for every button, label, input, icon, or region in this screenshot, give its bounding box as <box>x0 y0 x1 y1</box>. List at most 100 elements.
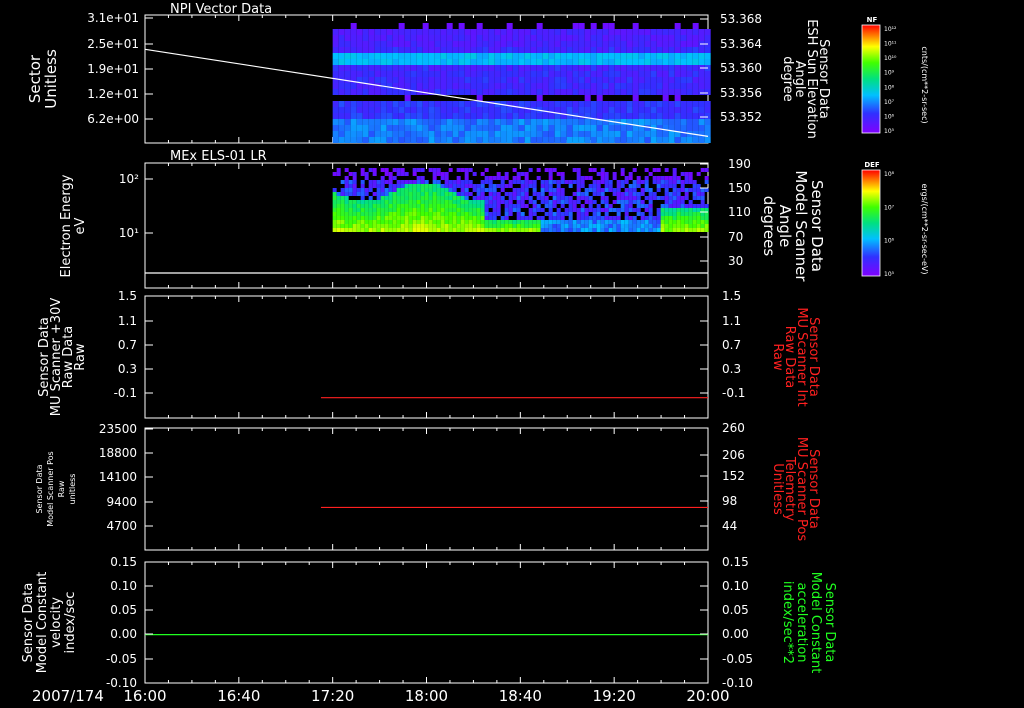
heatmap-cell <box>380 65 387 71</box>
heatmap-cell <box>482 89 489 95</box>
heatmap-cell <box>422 137 429 143</box>
heatmap-cell <box>470 65 477 71</box>
heatmap-cell <box>536 137 543 143</box>
heatmap-cell <box>410 41 417 47</box>
heatmap-cell <box>692 188 697 192</box>
heatmap-cell <box>352 228 357 232</box>
heatmap-cell <box>472 208 477 212</box>
heatmap-cell <box>692 41 699 47</box>
heatmap-cell <box>512 47 519 53</box>
heatmap-cell <box>360 188 365 192</box>
heatmap-cell <box>700 224 705 228</box>
heatmap-cell <box>398 59 405 65</box>
heatmap-cell <box>428 101 435 107</box>
heatmap-cell <box>686 53 693 59</box>
y-tick-label: 18800 <box>99 446 137 460</box>
heatmap-cell <box>518 53 525 59</box>
heatmap-cell <box>600 200 605 204</box>
heatmap-cell <box>632 188 637 192</box>
heatmap-cell <box>506 35 513 41</box>
heatmap-cell <box>372 168 377 172</box>
heatmap-cell <box>680 212 685 216</box>
heatmap-cell <box>676 188 681 192</box>
heatmap-cell <box>400 208 405 212</box>
heatmap-cell <box>338 71 345 77</box>
heatmap-cell <box>344 53 351 59</box>
heatmap-cell <box>536 119 543 125</box>
heatmap-cell <box>518 89 525 95</box>
heatmap-cell <box>540 196 545 200</box>
heatmap-cell <box>676 192 681 196</box>
heatmap-cell <box>364 200 369 204</box>
heatmap-cell <box>616 184 621 188</box>
heatmap-cell <box>616 200 621 204</box>
heatmap-cell <box>460 196 465 200</box>
heatmap-cell <box>368 131 375 137</box>
heatmap-cell <box>688 220 693 224</box>
heatmap-cell <box>416 113 423 119</box>
heatmap-cell <box>404 184 409 188</box>
colorbar-tick-label: 10⁸ <box>884 171 895 178</box>
heatmap-cell <box>590 107 597 113</box>
heatmap-cell <box>602 113 609 119</box>
heatmap-cell <box>332 228 337 232</box>
heatmap-cell <box>404 83 411 89</box>
heatmap-cell <box>338 65 345 71</box>
heatmap-cell <box>556 216 561 220</box>
heatmap-cell <box>436 196 441 200</box>
heatmap-cell <box>692 224 697 228</box>
heatmap-cell <box>468 168 473 172</box>
heatmap-cell <box>344 204 349 208</box>
heatmap-cell <box>536 47 543 53</box>
heatmap-cell <box>494 29 501 35</box>
heatmap-cell <box>524 83 531 89</box>
heatmap-cell <box>476 196 481 200</box>
heatmap-cell <box>656 119 663 125</box>
heatmap-cell <box>568 180 573 184</box>
heatmap-cell <box>620 184 625 188</box>
heatmap-cell <box>632 196 637 200</box>
heatmap-cell <box>604 196 609 200</box>
heatmap-cell <box>556 208 561 212</box>
heatmap-cell <box>560 29 567 35</box>
heatmap-cell <box>488 188 493 192</box>
heatmap-cell <box>416 131 423 137</box>
heatmap-cell <box>470 113 477 119</box>
heatmap-cell <box>644 228 649 232</box>
heatmap-cell <box>348 212 353 216</box>
heatmap-cell <box>350 131 357 137</box>
heatmap-cell <box>512 220 517 224</box>
heatmap-cell <box>530 113 537 119</box>
heatmap-cell <box>362 131 369 137</box>
heatmap-cell <box>476 125 483 131</box>
heatmap-cell <box>476 83 483 89</box>
y-axis-label: Electron Energy <box>59 174 74 277</box>
heatmap-cell <box>376 216 381 220</box>
heatmap-cell <box>656 212 661 216</box>
heatmap-cell <box>616 188 621 192</box>
heatmap-cell <box>440 224 445 228</box>
heatmap-cell <box>628 220 633 224</box>
heatmap-cell <box>476 228 481 232</box>
heatmap-cell <box>368 200 373 204</box>
heatmap-cell <box>464 192 469 196</box>
heatmap-cell <box>410 77 417 83</box>
heatmap-cell <box>680 224 685 228</box>
heatmap-cell <box>492 192 497 196</box>
heatmap-cell <box>530 119 537 125</box>
heatmap-cell <box>356 224 361 228</box>
heatmap-cell <box>596 180 601 184</box>
heatmap-cell <box>388 224 393 228</box>
heatmap-cell <box>620 59 627 65</box>
heatmap-cell <box>662 77 669 83</box>
heatmap-cell <box>566 71 573 77</box>
heatmap-cell <box>626 131 633 137</box>
heatmap-cell <box>590 29 597 35</box>
heatmap-cell <box>556 180 561 184</box>
heatmap-cell <box>704 113 711 119</box>
heatmap-cell <box>464 196 469 200</box>
heatmap-cell <box>520 192 525 196</box>
heatmap-cell <box>348 228 353 232</box>
heatmap-cell <box>686 119 693 125</box>
heatmap-cell <box>460 212 465 216</box>
